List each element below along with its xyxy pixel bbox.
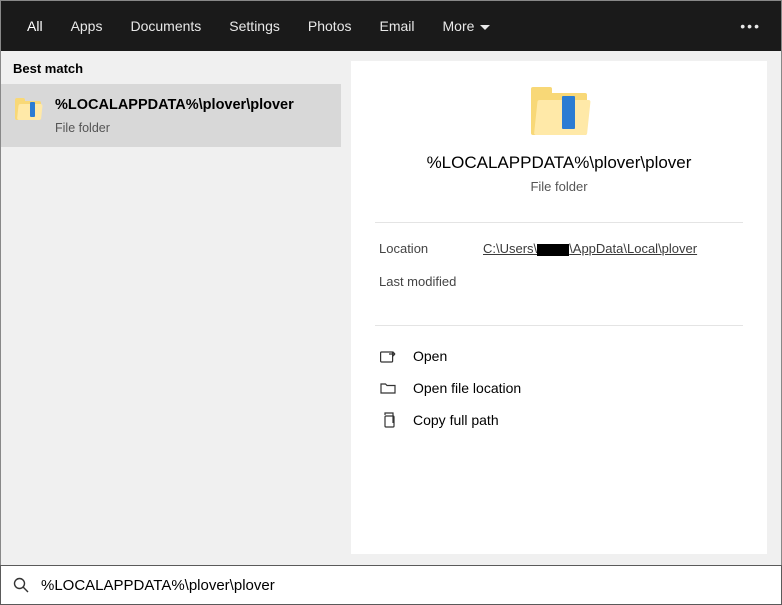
redacted-username <box>537 244 569 256</box>
tab-apps[interactable]: Apps <box>57 4 117 48</box>
meta-value-modified <box>483 274 739 289</box>
meta-label-location: Location <box>379 241 483 256</box>
folder-icon <box>15 98 41 120</box>
location-link[interactable]: C:\Users\\AppData\Local\plover <box>483 241 697 256</box>
search-bar[interactable] <box>0 565 782 605</box>
result-title: %LOCALAPPDATA%\plover\plover <box>55 96 327 115</box>
detail-subtitle: File folder <box>379 179 739 194</box>
meta-row-location: Location C:\Users\\AppData\Local\plover <box>379 241 739 256</box>
results-pane: Best match %LOCALAPPDATA%\plover\plover … <box>1 51 341 566</box>
search-icon <box>13 577 29 593</box>
action-open-location[interactable]: Open file location <box>379 372 739 404</box>
meta-value-location: C:\Users\\AppData\Local\plover <box>483 241 739 256</box>
top-filter-bar: All Apps Documents Settings Photos Email… <box>1 1 781 51</box>
action-open-location-label: Open file location <box>413 380 521 396</box>
action-open[interactable]: Open <box>379 340 739 372</box>
action-copy-path[interactable]: Copy full path <box>379 404 739 436</box>
detail-header: %LOCALAPPDATA%\plover\plover File folder <box>379 83 739 194</box>
tab-more-label: More <box>443 18 475 34</box>
detail-pane-wrapper: %LOCALAPPDATA%\plover\plover File folder… <box>341 51 781 566</box>
search-input[interactable] <box>41 577 769 594</box>
result-item[interactable]: %LOCALAPPDATA%\plover\plover File folder <box>1 84 341 147</box>
copy-icon <box>379 412 397 428</box>
chevron-down-icon <box>480 25 490 30</box>
meta-label-modified: Last modified <box>379 274 483 289</box>
tab-email[interactable]: Email <box>365 4 428 48</box>
result-text: %LOCALAPPDATA%\plover\plover File folder <box>55 96 327 135</box>
folder-outline-icon <box>379 380 397 396</box>
tab-all[interactable]: All <box>13 4 57 48</box>
folder-icon <box>531 87 587 135</box>
detail-pane: %LOCALAPPDATA%\plover\plover File folder… <box>351 61 767 554</box>
detail-title: %LOCALAPPDATA%\plover\plover <box>379 153 739 173</box>
section-header-best-match: Best match <box>1 51 341 84</box>
tab-settings[interactable]: Settings <box>215 4 294 48</box>
tab-photos[interactable]: Photos <box>294 4 366 48</box>
action-open-label: Open <box>413 348 447 364</box>
meta-section: Location C:\Users\\AppData\Local\plover … <box>379 223 739 325</box>
tab-more[interactable]: More <box>429 4 505 48</box>
filter-tabs: All Apps Documents Settings Photos Email… <box>13 4 504 48</box>
content-area: Best match %LOCALAPPDATA%\plover\plover … <box>1 51 781 566</box>
result-subtitle: File folder <box>55 121 327 135</box>
overflow-menu-icon[interactable]: ••• <box>732 18 769 34</box>
tab-documents[interactable]: Documents <box>116 4 215 48</box>
action-copy-path-label: Copy full path <box>413 412 499 428</box>
open-icon <box>379 348 397 364</box>
action-list: Open Open file location <box>379 326 739 436</box>
meta-row-modified: Last modified <box>379 274 739 289</box>
